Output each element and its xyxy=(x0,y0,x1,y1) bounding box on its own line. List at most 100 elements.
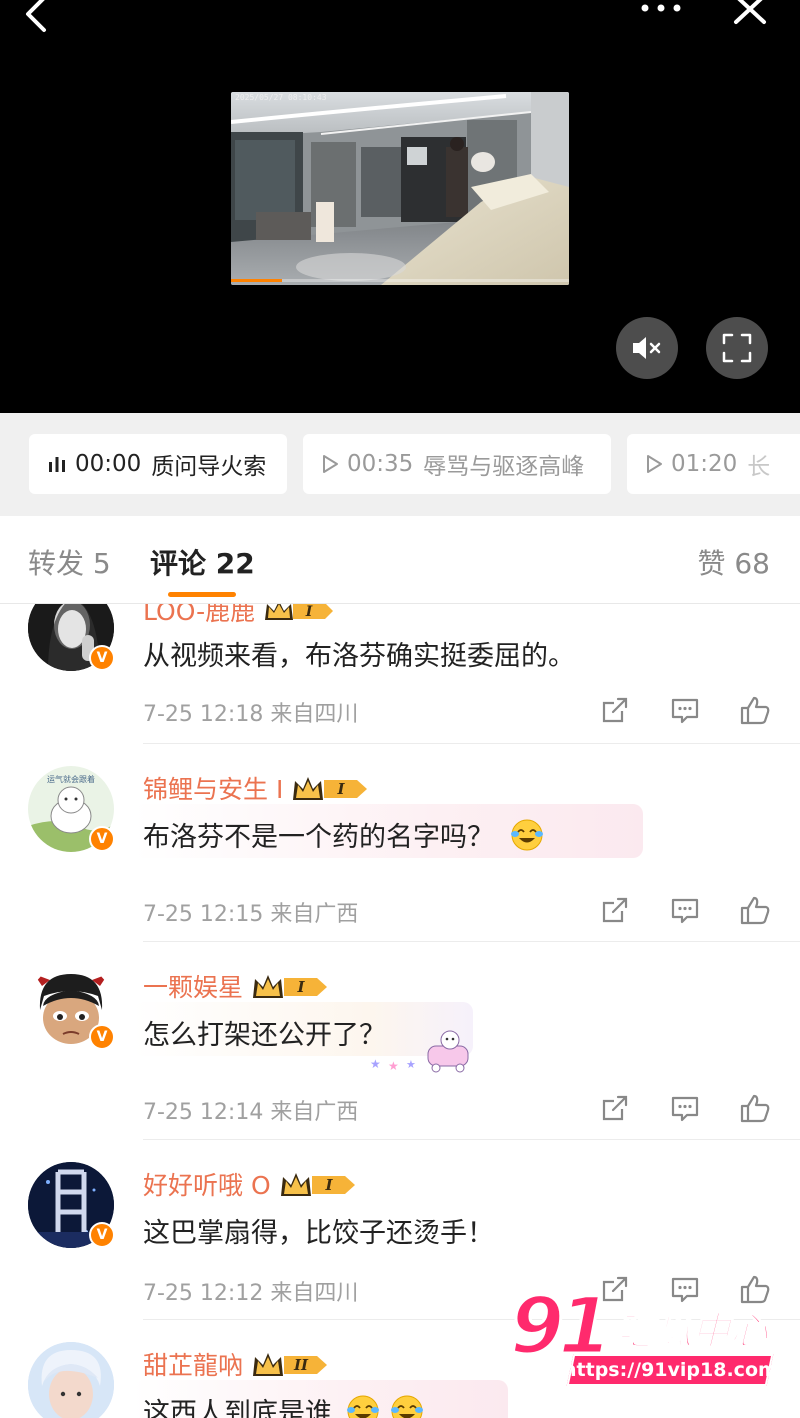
speaker-muted-icon xyxy=(633,337,661,359)
username[interactable]: 一颗娱星 I xyxy=(143,968,331,1004)
username[interactable]: LOO-鹿鹿 I xyxy=(143,604,335,628)
share-icon xyxy=(602,697,628,723)
laugh-cry-emoji-icon xyxy=(389,1393,425,1418)
username[interactable]: 好好听哦 O I xyxy=(143,1166,359,1202)
verified-badge: V xyxy=(89,1024,115,1050)
verified-badge: V xyxy=(89,826,115,852)
chapter-list[interactable]: 00:00 质问导火索 00:35 辱骂与驱逐高峰 01:20 长 xyxy=(0,413,800,516)
comment-date: 7-25 12:18 xyxy=(143,702,264,727)
username-text: 好好听哦 O xyxy=(143,1171,271,1200)
svg-text:I: I xyxy=(337,780,346,798)
play-icon xyxy=(321,454,339,474)
username-text: 甜芷龍吶 xyxy=(143,1351,244,1380)
svg-text:★: ★ xyxy=(406,1058,416,1071)
chapter-time: 01:20 xyxy=(671,451,738,477)
svg-text:I: I xyxy=(305,604,313,620)
mute-button[interactable] xyxy=(616,317,678,379)
chapter-time: 00:00 xyxy=(75,451,142,477)
comment-actions xyxy=(598,1091,772,1125)
share-button[interactable] xyxy=(598,893,632,927)
active-tab-indicator xyxy=(168,592,236,597)
username-text: 一颗娱星 xyxy=(143,973,244,1002)
chapter-item[interactable]: 00:35 辱骂与驱逐高峰 xyxy=(303,434,611,494)
share-icon xyxy=(602,1095,628,1121)
chapter-item[interactable]: 01:20 长 xyxy=(627,434,800,494)
comment-item: V LOO-鹿鹿 I 从视频来看，布洛芬确实挺委屈的。 7-25 12:18 来… xyxy=(0,604,800,744)
back-button[interactable] xyxy=(18,0,58,36)
crown-level-badge: I xyxy=(291,774,371,802)
comment-location: 来自四川 xyxy=(270,1281,359,1306)
watermark-logo-text: 吃瓜中心 xyxy=(615,1308,769,1354)
decorative-sticker-icon: ★ ★ ★ xyxy=(368,1028,476,1078)
comment-icon xyxy=(671,698,699,724)
chapter-item[interactable]: 00:00 质问导火索 xyxy=(29,434,287,494)
watermark-url: https://91vip18.com xyxy=(563,1354,777,1386)
thumbs-up-icon xyxy=(740,696,770,725)
comment-text: 这巴掌扇得，比饺子还烫手！ xyxy=(143,1218,494,1249)
laugh-cry-emoji-icon xyxy=(509,817,545,860)
share-button[interactable] xyxy=(598,1091,632,1125)
more-options-button[interactable] xyxy=(636,0,686,20)
comment-meta: 7-25 12:18 来自四川 xyxy=(143,696,358,728)
video-still-image xyxy=(231,92,569,285)
comment-location: 来自四川 xyxy=(270,702,359,727)
svg-text:II: II xyxy=(293,1356,309,1374)
video-progress-bar[interactable] xyxy=(231,279,569,282)
avatar[interactable] xyxy=(28,1342,114,1418)
like-button[interactable] xyxy=(738,1091,772,1125)
video-timestamp: 2025/05/27 08:10:43 xyxy=(235,93,327,102)
comment-date: 7-25 12:12 xyxy=(143,1281,264,1306)
video-player[interactable]: 2025/05/27 08:10:43 xyxy=(0,0,800,413)
close-button[interactable] xyxy=(728,0,772,32)
svg-text:★: ★ xyxy=(370,1057,381,1071)
comment-date: 7-25 12:15 xyxy=(143,902,264,927)
tab-repost[interactable]: 转发 5 xyxy=(28,542,111,582)
fullscreen-icon xyxy=(722,333,752,363)
fullscreen-button[interactable] xyxy=(706,317,768,379)
comment-text: 从视频来看，布洛芬确实挺委屈的。 xyxy=(143,641,575,672)
comment-text: 布洛芬不是一个药的名字吗？ xyxy=(143,815,545,860)
comment-text: 这西人到底是谁 xyxy=(143,1391,425,1418)
thumbs-up-icon xyxy=(740,896,770,925)
comment-icon xyxy=(671,898,699,924)
thumbs-up-icon xyxy=(740,1094,770,1123)
comment-location: 来自广西 xyxy=(270,1100,359,1125)
like-button[interactable] xyxy=(738,893,772,927)
reply-button[interactable] xyxy=(668,1091,702,1125)
chapter-time: 00:35 xyxy=(347,451,414,477)
svg-text:I: I xyxy=(324,1176,333,1194)
equalizer-icon xyxy=(47,454,67,474)
chapter-title: 辱骂与驱逐高峰 xyxy=(423,454,585,480)
comment-item: V 一颗娱星 I 怎么打架还公开了？ ★ ★ ★ 7-25 12:14 来自广西 xyxy=(0,942,800,1140)
verified-badge: V xyxy=(89,1222,115,1248)
reply-button[interactable] xyxy=(668,693,702,727)
svg-text:I: I xyxy=(297,978,306,996)
comment-icon xyxy=(671,1096,699,1122)
verified-badge: V xyxy=(89,645,115,671)
comment-tabs: 转发 5 评论 22 赞 68 xyxy=(0,516,800,604)
comment-meta: 7-25 12:14 来自广西 xyxy=(143,1094,358,1126)
video-frame[interactable]: 2025/05/27 08:10:43 xyxy=(231,92,569,285)
play-icon xyxy=(645,454,663,474)
username-text: 锦鲤与安生 I xyxy=(143,775,284,804)
comment-text: 怎么打架还公开了？ xyxy=(143,1020,386,1051)
tab-likes[interactable]: 赞 68 xyxy=(697,542,770,582)
crown-level-badge: I xyxy=(263,604,335,622)
username[interactable]: 锦鲤与安生 I I xyxy=(143,770,371,806)
comment-actions xyxy=(598,693,772,727)
svg-text:★: ★ xyxy=(388,1059,399,1073)
username[interactable]: 甜芷龍吶 II xyxy=(143,1346,331,1382)
site-watermark: 91 吃瓜中心 https://91vip18.com xyxy=(509,1281,790,1394)
reply-button[interactable] xyxy=(668,893,702,927)
comment-item: 运气就会跟着 V 锦鲤与安生 I I 布洛芬不是一个药的名字吗？ 7-25 12… xyxy=(0,744,800,942)
tab-comments[interactable]: 评论 22 xyxy=(150,542,255,582)
share-icon xyxy=(602,897,628,923)
chapter-title: 长 xyxy=(747,454,771,480)
like-button[interactable] xyxy=(738,693,772,727)
share-button[interactable] xyxy=(598,693,632,727)
comment-meta: 7-25 12:15 来自广西 xyxy=(143,896,358,928)
svg-text:运气就会跟着: 运气就会跟着 xyxy=(47,774,95,784)
comment-actions xyxy=(598,893,772,927)
crown-level-badge: I xyxy=(279,1170,359,1198)
laugh-cry-emoji-icon xyxy=(345,1393,381,1418)
